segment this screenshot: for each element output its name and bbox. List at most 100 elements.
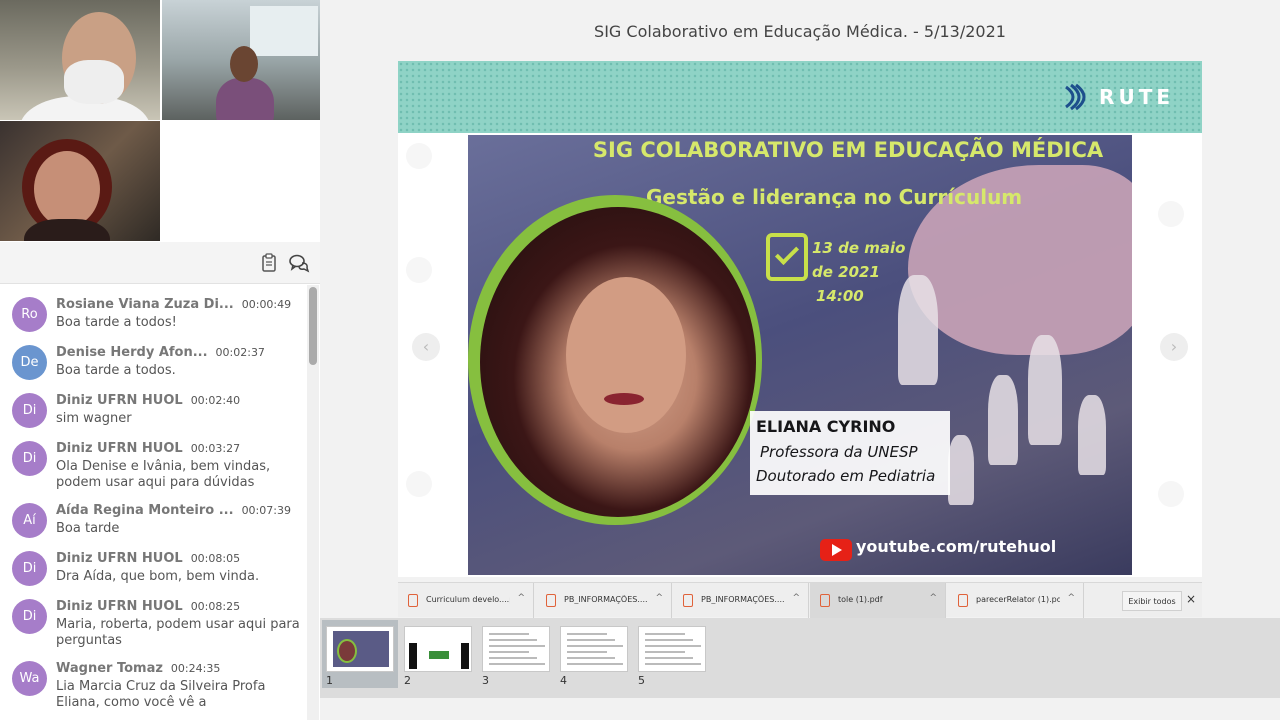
event-time: 14:00 [816, 287, 864, 305]
chevron-up-icon[interactable]: ^ [792, 593, 800, 603]
download-item[interactable]: PB_INFORMAÇÕES....pdf ^ [673, 583, 809, 618]
speaker-portrait [480, 207, 756, 517]
chat-sender-name: Diniz UFRN HUOL [56, 441, 183, 456]
slide-thumbnail[interactable]: 3 [478, 620, 554, 688]
chat-message: Wa Wagner Tomaz 00:24:35 Lia Marcia Cruz da… [0, 661, 305, 710]
chat-timestamp: 00:02:40 [190, 394, 241, 407]
slide-thumbnails: 1 2 3 4 5 [320, 618, 1280, 698]
participant-video-2[interactable] [162, 0, 320, 120]
chat-sender-name: Rosiane Viana Zuza Di... [56, 297, 234, 312]
chat-message: Di Diniz UFRN HUOL 00:08:05 Dra Aída, que b… [0, 551, 305, 599]
chevron-up-icon[interactable]: ^ [929, 593, 937, 603]
avatar: Di [12, 393, 47, 428]
avatar: Aí [12, 503, 47, 538]
thumbnail-number: 4 [560, 674, 567, 687]
participant-video-3[interactable] [0, 121, 160, 241]
avatar: Di [12, 551, 47, 586]
chat-message-text: Boa tarde a todos! [56, 315, 177, 330]
pdf-file-icon [958, 594, 968, 607]
download-filename: PB_INFORMAÇÕES....pdf [701, 595, 785, 604]
show-all-downloads-button[interactable]: Exibir todos [1122, 591, 1182, 611]
chat-toolbar [0, 242, 320, 284]
avatar: De [12, 345, 47, 380]
chat-timestamp: 00:24:35 [170, 662, 221, 675]
chat-timestamp: 00:02:37 [215, 346, 265, 359]
chat-message: De Denise Herdy Afon... 00:02:37 Boa tarde … [0, 345, 305, 393]
slide-title: SIG COLABORATIVO EM EDUCAÇÃO MÉDICA [592, 138, 1104, 162]
download-item[interactable]: PB_INFORMAÇÕES....pdf ^ [536, 583, 672, 618]
previous-slide-button[interactable]: ‹ [412, 333, 440, 361]
speaker-role: Professora da UNESP [760, 443, 918, 461]
download-item[interactable]: Curriculum develo....pdf ^ [398, 583, 534, 618]
chat-message: Ro Rosiane Viana Zuza Di... 00:00:49 Boa ta… [0, 297, 305, 345]
chat-message-list[interactable]: Ro Rosiane Viana Zuza Di... 00:00:49 Boa ta… [0, 285, 320, 720]
presentation-pane: SIG Colaborativo em Educação Médica. - 5… [320, 0, 1280, 720]
chat-scrollbar[interactable] [307, 285, 319, 720]
chat-sender: Diniz UFRN HUOL 00:03:27 [56, 441, 240, 456]
chevron-up-icon[interactable]: ^ [517, 593, 525, 603]
chevron-up-icon[interactable]: ^ [1067, 593, 1075, 603]
chat-message-text: sim wagner [56, 411, 132, 426]
thumbnail-number: 1 [326, 674, 333, 687]
close-downloads-icon[interactable]: × [1186, 592, 1196, 606]
thumbnail-number: 3 [482, 674, 489, 687]
pdf-file-icon [820, 594, 830, 607]
avatar: Ro [12, 297, 47, 332]
chat-message: Di Diniz UFRN HUOL 00:03:27 Ola Denise e Iv… [0, 441, 305, 490]
scrollbar-thumb[interactable] [309, 287, 317, 365]
chat-bubbles-icon[interactable] [288, 252, 310, 274]
chat-sender: Rosiane Viana Zuza Di... 00:00:49 [56, 297, 291, 312]
chat-timestamp: 00:08:25 [190, 600, 241, 613]
event-date-line1: 13 de maio [812, 239, 906, 257]
slide-thumbnail[interactable]: 5 [634, 620, 710, 688]
chat-sender: Denise Herdy Afon... 00:02:37 [56, 345, 265, 360]
thumbnail-image [560, 626, 628, 672]
chat-timestamp: 00:08:05 [190, 552, 241, 565]
download-filename: PB_INFORMAÇÕES....pdf [564, 595, 648, 604]
chat-sender-name: Aída Regina Monteiro ... [56, 503, 234, 518]
chevron-up-icon[interactable]: ^ [655, 593, 663, 603]
speaker-name: ELIANA CYRINO [756, 417, 896, 436]
event-date-line2: de 2021 [812, 263, 880, 281]
speaker-degree: Doutorado em Pediatria [756, 467, 936, 485]
chat-sender-name: Diniz UFRN HUOL [56, 551, 183, 566]
clipboard-icon[interactable] [258, 252, 280, 274]
chat-message-text: Boa tarde a todos. [56, 363, 176, 378]
rute-logo-icon [1065, 83, 1086, 111]
meeting-title: SIG Colaborativo em Educação Médica. - 5… [594, 22, 1006, 41]
meeting-app: Ro Rosiane Viana Zuza Di... 00:00:49 Boa ta… [0, 0, 1280, 720]
slide-thumbnail[interactable]: 4 [556, 620, 632, 688]
download-filename: tole (1).pdf [838, 595, 883, 604]
chat-sender: Wagner Tomaz 00:24:35 [56, 661, 220, 676]
thumbnail-image [482, 626, 550, 672]
chat-message: Di Diniz UFRN HUOL 00:02:40 sim wagner [0, 393, 305, 441]
next-slide-button[interactable]: › [1160, 333, 1188, 361]
slide-thumbnail[interactable]: 2 [400, 620, 476, 688]
slide-banner: RUTE [398, 61, 1202, 133]
chat-timestamp: 00:00:49 [241, 298, 292, 311]
chat-sender-name: Denise Herdy Afon... [56, 345, 208, 360]
thumbnail-number: 5 [638, 674, 645, 687]
chat-message-text: Ola Denise e Ivânia, bem vindas, podem u… [56, 459, 271, 490]
chat-message-text: Boa tarde [56, 521, 120, 536]
participant-video-1[interactable] [0, 0, 160, 120]
chat-message: Di Diniz UFRN HUOL 00:08:25 Maria, roberta,… [0, 599, 305, 648]
thumbnail-number: 2 [404, 674, 411, 687]
chat-sender: Diniz UFRN HUOL 00:02:40 [56, 393, 240, 408]
rute-logo-text: RUTE [1099, 85, 1174, 109]
thumbnail-image [638, 626, 706, 672]
chat-sender-name: Diniz UFRN HUOL [56, 393, 183, 408]
youtube-url: youtube.com/rutehuol [856, 537, 1057, 556]
chat-sender: Diniz UFRN HUOL 00:08:05 [56, 551, 240, 566]
chat-message: Aí Aída Regina Monteiro ... 00:07:39 Boa ta… [0, 503, 305, 551]
slide-thumbnail[interactable]: 1 [322, 620, 398, 688]
avatar: Wa [12, 661, 47, 696]
download-item[interactable]: parecerRelator (1).pdf ^ [948, 583, 1084, 618]
left-pane: Ro Rosiane Viana Zuza Di... 00:00:49 Boa ta… [0, 0, 320, 720]
chat-message-text: Maria, roberta, podem usar aqui para per… [56, 617, 300, 648]
download-filename: parecerRelator (1).pdf [976, 595, 1060, 604]
slide-artwork: SIG COLABORATIVO EM EDUCAÇÃO MÉDICA Gest… [468, 135, 1132, 575]
download-item[interactable]: tole (1).pdf ^ [810, 583, 946, 618]
calendar-check-icon [766, 233, 808, 281]
chat-message-text: Dra Aída, que bom, bem vinda. [56, 569, 260, 584]
